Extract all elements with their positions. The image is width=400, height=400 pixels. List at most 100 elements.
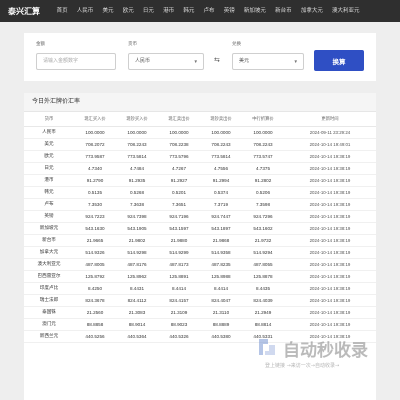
rate-cell: 91.2790	[74, 174, 116, 187]
rate-cell: 21.9732	[242, 234, 284, 247]
converter-panel: 金额 请输入金额数字 货币 人民币 ▼ ⇆ 兑换 美元 ▼ 换算	[24, 33, 376, 81]
table-row: 人民币 100.0000 100.0000 100.0000 100.0000 100.0…	[24, 126, 376, 139]
update-time-cell: 2024-10-14 19:38:19	[284, 330, 376, 343]
currency-name-cell[interactable]: 瑞士法郎	[24, 294, 74, 307]
rate-cell: 708.2243	[242, 138, 284, 151]
table-header-row: 货币 现汇买入价 现钞买入价 现汇卖出价 现钞卖出价 中行折算价 更新时间	[24, 112, 376, 127]
update-time-cell: 2024-10-14 19:38:19	[284, 198, 376, 211]
rate-cell: 824.4157	[158, 294, 200, 307]
rates-table: 货币 现汇买入价 现钞买入价 现汇卖出价 现钞卖出价 中行折算价 更新时间 人民币 100.0…	[24, 112, 376, 343]
rate-cell: 440.5331	[242, 330, 284, 343]
chevron-down-icon: ▼	[293, 59, 298, 64]
nav-item[interactable]: 港币	[159, 0, 179, 22]
column-header: 货币	[24, 112, 74, 127]
currency-name-cell[interactable]: 澳门元	[24, 318, 74, 331]
nav-item[interactable]: 加拿大元	[296, 0, 327, 22]
table-row: 新西兰元 440.5256 440.5364 440.5326 440.5380 440.…	[24, 330, 376, 343]
currency-name-cell[interactable]: 英镑	[24, 210, 74, 223]
rate-cell: 21.3109	[158, 306, 200, 319]
table-row: 卢布 7.3530 7.3638 7.3651 7.3719 7.3598 2024-10-…	[24, 198, 376, 211]
rate-cell: 440.5364	[116, 330, 158, 343]
currency-name-cell[interactable]: 泰国铢	[24, 306, 74, 319]
rate-cell: 125.8878	[242, 270, 284, 283]
to-currency-label: 兑换	[232, 41, 241, 46]
nav-item[interactable]: 韩元	[179, 0, 199, 22]
rate-cell: 21.9665	[74, 234, 116, 247]
rate-cell: 514.9299	[158, 246, 200, 259]
from-currency-label: 货币	[128, 41, 137, 46]
to-currency-select[interactable]: 美元 ▼	[232, 53, 304, 70]
update-time-cell: 2024-10-14 19:38:19	[284, 162, 376, 175]
rate-cell: 7.3651	[158, 198, 200, 211]
rate-cell: 7.3530	[74, 198, 116, 211]
nav-item[interactable]: 新加坡元	[239, 0, 270, 22]
currency-name-cell[interactable]: 人民币	[24, 126, 74, 139]
rate-cell: 487.8235	[200, 258, 242, 271]
rate-cell: 88.8889	[200, 318, 242, 331]
rate-cell: 100.0000	[74, 126, 116, 139]
rate-cell: 773.5747	[242, 150, 284, 163]
table-row: 澳大利亚元 487.8005 487.8176 487.8173 487.8235 487…	[24, 258, 376, 271]
currency-name-cell[interactable]: 卢布	[24, 198, 74, 211]
table-row: 泰国铢 21.2560 21.3083 21.3109 21.3110 21.2949 20…	[24, 306, 376, 319]
currency-name-cell[interactable]: 新西兰元	[24, 330, 74, 343]
currency-name-cell[interactable]: 新加坡元	[24, 222, 74, 235]
nav-item[interactable]: 欧元	[118, 0, 138, 22]
rate-cell: 708.2238	[158, 138, 200, 151]
rate-cell: 125.8988	[200, 270, 242, 283]
nav-item[interactable]: 首页	[52, 0, 72, 22]
update-time-cell: 2024-10-14 19:38:19	[284, 306, 376, 319]
rate-cell: 924.7223	[74, 210, 116, 223]
table-row: 巴西雷亚尔 125.8792 125.8962 125.8891 125.8988 125…	[24, 270, 376, 283]
update-time-cell: 2024-10-14 19:38:19	[284, 150, 376, 163]
rate-cell: 708.2072	[74, 138, 116, 151]
currency-name-cell[interactable]: 美元	[24, 138, 74, 151]
to-currency-value: 美元	[239, 58, 250, 64]
rate-cell: 88.8858	[74, 318, 116, 331]
currency-name-cell[interactable]: 港币	[24, 174, 74, 187]
nav-item[interactable]: 英镑	[219, 0, 239, 22]
rate-cell: 924.7398	[116, 210, 158, 223]
rate-cell: 514.9326	[74, 246, 116, 259]
rate-cell: 487.8055	[242, 258, 284, 271]
convert-button[interactable]: 换算	[314, 50, 364, 71]
currency-name-cell[interactable]: 日元	[24, 162, 74, 175]
swap-icon[interactable]: ⇆	[214, 56, 220, 64]
currency-name-cell[interactable]: 澳大利亚元	[24, 258, 74, 271]
rate-cell: 91.2927	[158, 174, 200, 187]
nav-item[interactable]: 人民币	[72, 0, 98, 22]
currency-name-cell[interactable]: 加拿大元	[24, 246, 74, 259]
rate-cell: 4.7484	[116, 162, 158, 175]
rate-cell: 7.3638	[116, 198, 158, 211]
rate-cell: 924.7196	[158, 210, 200, 223]
currency-name-cell[interactable]: 韩元	[24, 186, 74, 199]
nav-item[interactable]: 新台币	[271, 0, 297, 22]
update-time-cell: 2024-10-14 19:38:19	[284, 222, 376, 235]
rate-cell: 773.5796	[158, 150, 200, 163]
rate-cell: 824.4112	[116, 294, 158, 307]
rate-cell: 0.5206	[242, 186, 284, 199]
nav-item[interactable]: 卢布	[199, 0, 219, 22]
rate-cell: 487.8173	[158, 258, 200, 271]
rate-cell: 4.7556	[200, 162, 242, 175]
rate-cell: 8.4431	[116, 282, 158, 295]
nav-item[interactable]: 澳大利亚元	[327, 0, 364, 22]
currency-name-cell[interactable]: 巴西雷亚尔	[24, 270, 74, 283]
rate-cell: 88.9014	[116, 318, 158, 331]
currency-name-cell[interactable]: 欧元	[24, 150, 74, 163]
table-row: 澳门元 88.8858 88.9014 88.9023 88.8889 88.8814 20…	[24, 318, 376, 331]
rate-cell: 708.2243	[200, 138, 242, 151]
amount-input[interactable]: 请输入金额数字	[36, 53, 116, 70]
rate-cell: 440.5380	[200, 330, 242, 343]
nav-item[interactable]: 美元	[98, 0, 118, 22]
nav-item[interactable]: 日元	[138, 0, 158, 22]
rate-cell: 125.8792	[74, 270, 116, 283]
table-row: 加拿大元 514.9326 514.9298 514.9299 514.9358 514.…	[24, 246, 376, 259]
currency-name-cell[interactable]: 印度卢比	[24, 282, 74, 295]
rate-cell: 440.5326	[158, 330, 200, 343]
from-currency-select[interactable]: 人民币 ▼	[128, 53, 204, 70]
currency-name-cell[interactable]: 新台币	[24, 234, 74, 247]
rate-cell: 773.5814	[116, 150, 158, 163]
table-row: 新台币 21.9665 21.9802 21.9880 21.9868 21.9732 20…	[24, 234, 376, 247]
site-logo[interactable]: 泰兴汇算	[0, 6, 52, 17]
